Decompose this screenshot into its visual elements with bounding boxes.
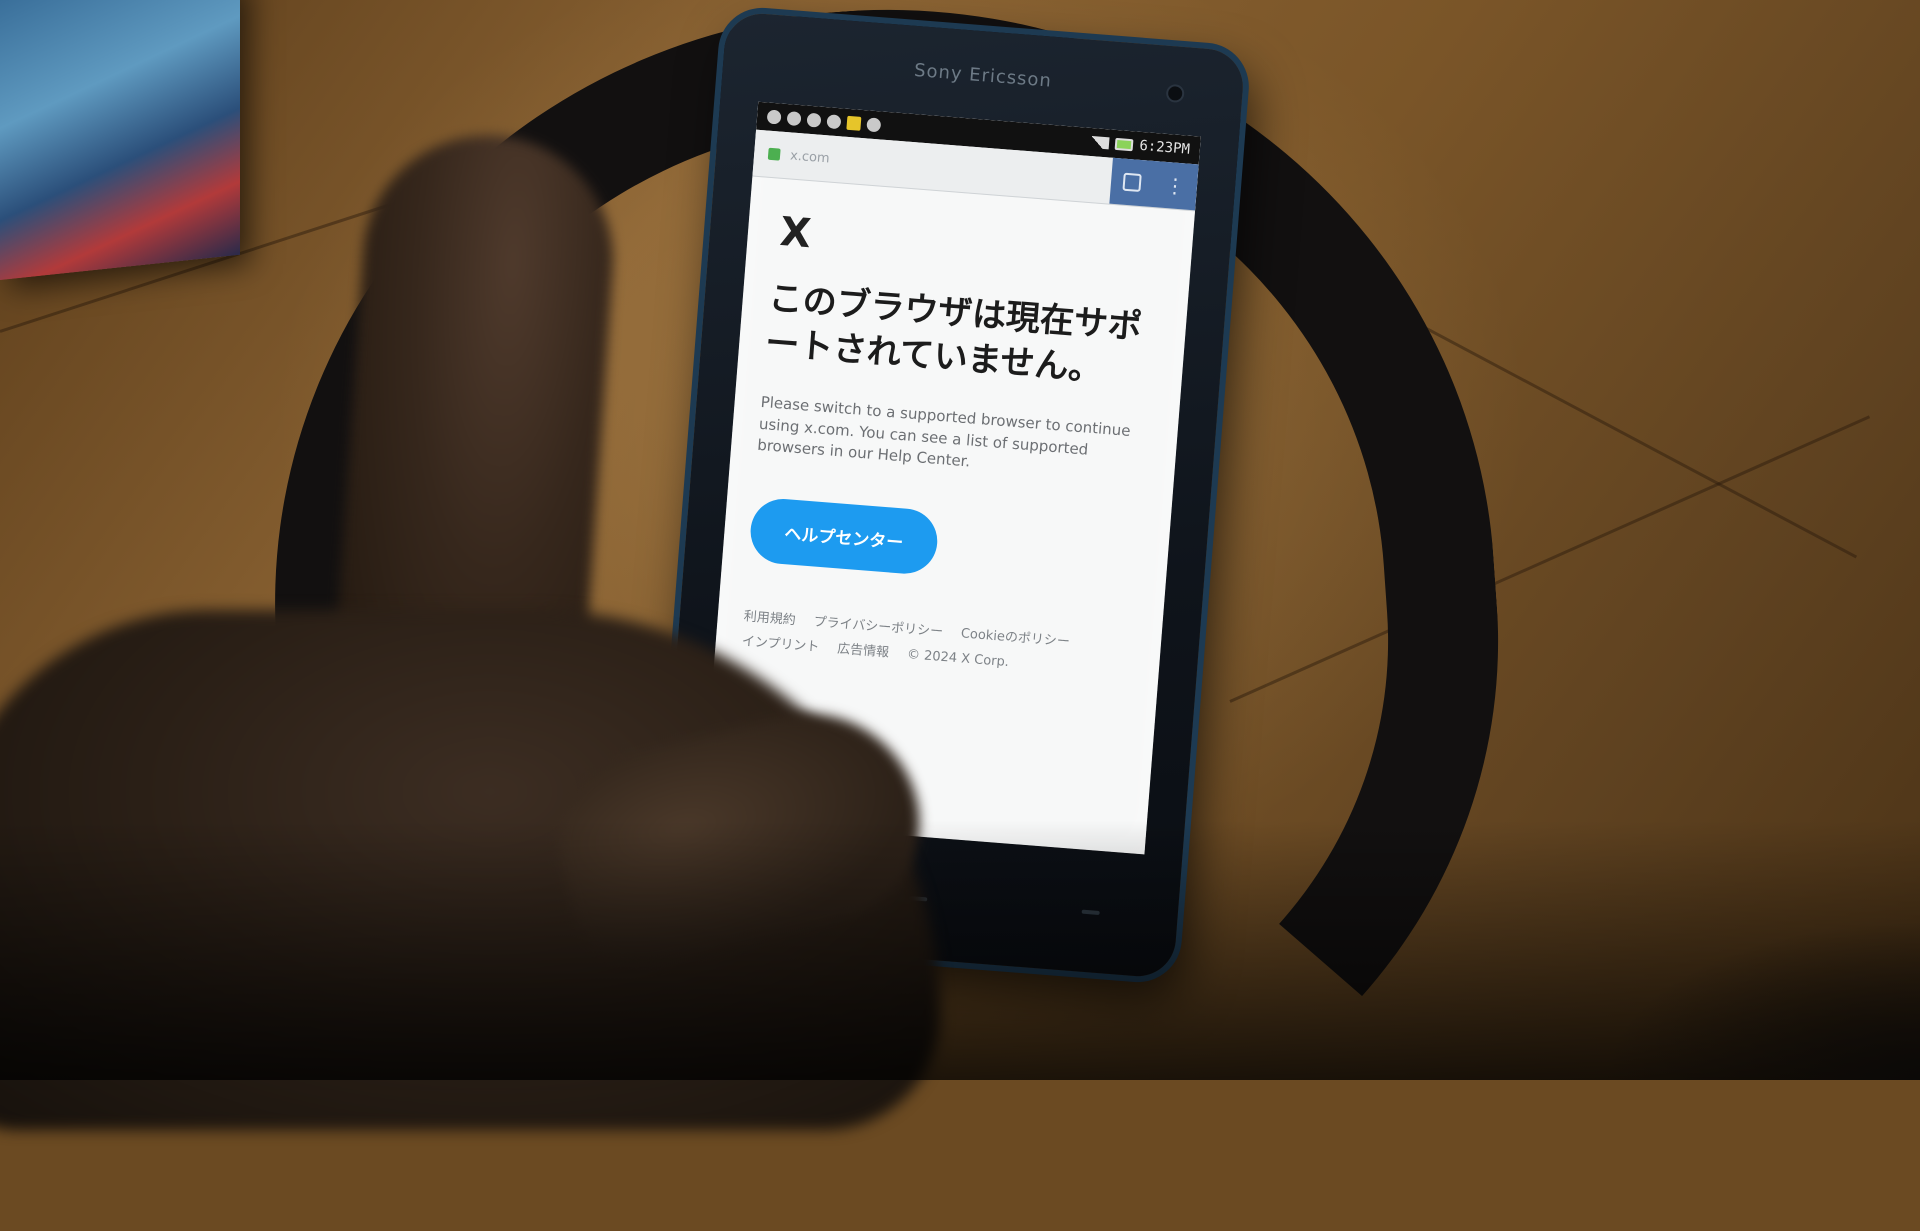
notification-icon	[786, 111, 802, 127]
page-content: X このブラウザは現在サポートされていません。 Please switch to…	[713, 177, 1195, 712]
footer-link-imprint[interactable]: インプリント	[741, 630, 820, 661]
menu-icon[interactable]: ⋮	[1164, 173, 1186, 198]
x-logo: X	[778, 208, 813, 258]
warning-icon	[846, 115, 862, 131]
notification-icon	[766, 109, 782, 125]
page-headline: このブラウザは現在サポートされていません。	[763, 278, 1144, 390]
tabs-icon[interactable]	[1122, 172, 1142, 193]
notification-icon	[866, 117, 882, 133]
help-center-button[interactable]: ヘルプセンター	[748, 496, 940, 577]
notification-icon	[826, 114, 842, 130]
notification-icon	[806, 112, 822, 128]
box-corner	[0, 0, 240, 280]
phone-brand: Sony Ericsson	[913, 59, 1053, 92]
status-time: 6:23PM	[1138, 137, 1191, 158]
browser-tab-area: ⋮	[1109, 157, 1199, 211]
battery-icon	[1115, 137, 1134, 152]
url-text[interactable]: x.com	[790, 148, 831, 166]
page-body-text: Please switch to a supported browser to …	[756, 392, 1132, 471]
lock-icon	[767, 147, 781, 161]
footer-links: 利用規約 プライバシーポリシー Cookieのポリシー インプリント 広告情報 …	[741, 605, 1136, 685]
corner-shadow	[1600, 920, 1920, 1080]
footer-link-ads[interactable]: 広告情報	[836, 637, 890, 666]
signal-icon	[1085, 135, 1110, 150]
